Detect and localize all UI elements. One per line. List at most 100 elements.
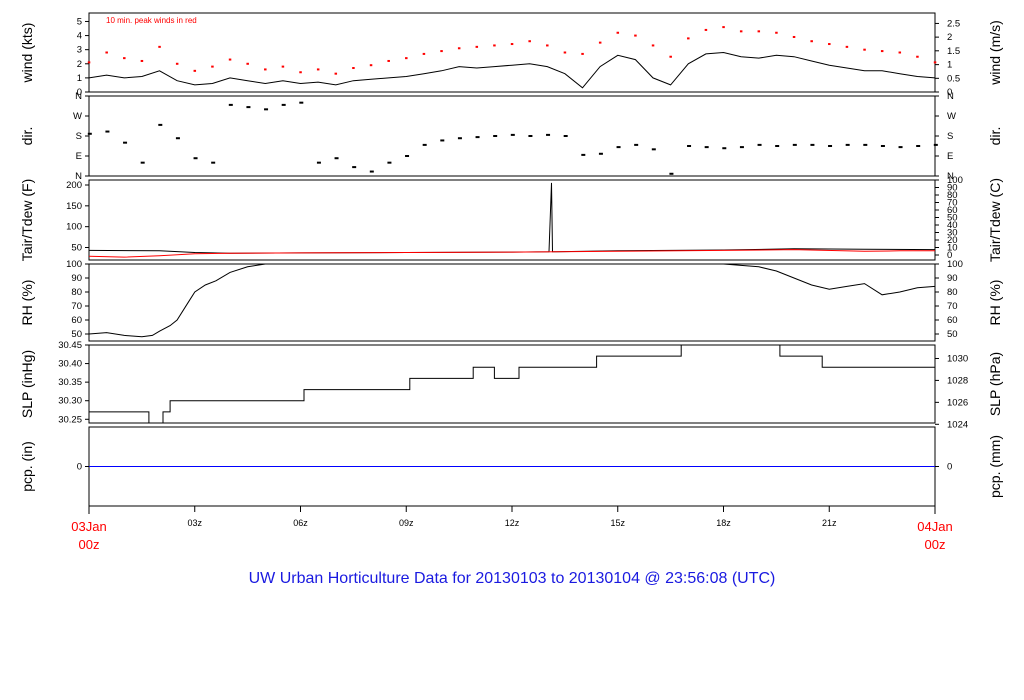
wind-ylabel-right: wind (m/s): [987, 20, 1003, 86]
dir-series-direction-point: [863, 143, 868, 146]
dir-series-direction-point: [687, 145, 692, 147]
rh-ytick-label-2: 70: [71, 301, 82, 312]
wind-series-peak-point: [316, 68, 320, 71]
wind-series-peak-point: [739, 30, 743, 33]
wind-series-peak-point: [105, 51, 108, 54]
slp-series-SLP-line: [89, 344, 935, 424]
wind-series-peak-point: [687, 37, 690, 40]
dir-panel: dir. dir.NESWNNESWN: [19, 91, 1003, 182]
wind-series-peak-point: [898, 51, 902, 54]
wind-series-peak-point: [281, 65, 285, 68]
xtick-label-3: 12z: [505, 518, 520, 528]
slp-panel: SLP (inHg) SLP (hPa) 30.25 30.30 30.35 30.40 3…: [19, 340, 1003, 430]
panels-group: wind (kts) wind (m/s)01234500.511.522.510…: [19, 12, 1003, 507]
wind-series-peak-point: [123, 57, 126, 60]
wind-ytick-label-3: 3: [77, 45, 82, 56]
dir-frame: [88, 95, 936, 177]
dir-series-direction-point: [898, 146, 903, 149]
wind-series-peak-point: [440, 50, 443, 53]
temp-series-Tdew: [88, 249, 935, 258]
dir-series-direction-point: [211, 161, 216, 164]
wind-series-peak-point: [863, 48, 866, 51]
wind-ytick-label-1: 1: [77, 73, 82, 84]
wind-series-peak-point: [792, 35, 796, 38]
dir-series-direction-point: [757, 143, 762, 146]
dir-ytick-right-label-4: N: [947, 91, 954, 102]
xtick-label-1: 06z: [293, 518, 308, 528]
wind-series-peak-point: [563, 51, 567, 54]
dir-ytick-right-label-1: E: [947, 151, 953, 162]
wind-series-peak-point: [246, 62, 249, 65]
rh-ytick-right-label-4: 90: [947, 273, 958, 284]
dir-series-direction-point: [316, 161, 321, 164]
dir-series-direction-point: [405, 155, 410, 157]
slp-ytick-label-0: 30.25: [58, 414, 82, 425]
wind-series-peak-point: [175, 62, 179, 65]
pcp-ytick-right-label-0: 0: [947, 462, 952, 473]
dir-series-direction-point: [281, 103, 286, 106]
temp-ytick-label-1: 100: [66, 222, 82, 233]
x-end-time: 00z: [925, 537, 946, 552]
dir-series-direction-point: [440, 139, 445, 142]
wind-series-peak-point: [933, 61, 937, 64]
pcp-ylabel-left: pcp. (in): [19, 441, 35, 492]
dir-ytick-label-1: E: [76, 151, 82, 162]
wind-series-peak-point: [546, 44, 549, 47]
rh-ylabel-right: RH (%): [987, 280, 1003, 326]
slp-ytick-label-4: 30.45: [58, 340, 82, 351]
dir-series-direction-point: [563, 135, 568, 137]
dir-series-direction-point: [475, 136, 480, 139]
pcp-panel: pcp. (in) pcp. (mm) 0 0: [19, 426, 1003, 507]
temp-ytick-label-0: 50: [71, 243, 82, 254]
temp-ytick-label-3: 200: [66, 180, 82, 191]
wind-series-peak-point: [475, 45, 479, 48]
dir-ytick-label-4: N: [75, 91, 82, 102]
temp-series-Tair: [88, 182, 936, 254]
xtick-label-5: 18z: [716, 518, 731, 528]
wind-series-peak-point: [669, 55, 672, 58]
dir-series-direction-point: [123, 141, 128, 144]
dir-series-direction-point: [810, 143, 815, 146]
wind-series-peak-point: [651, 44, 655, 47]
dir-series-direction-point: [105, 130, 110, 133]
dir-series-direction-point: [264, 108, 269, 111]
xtick-label-0: 03z: [187, 518, 202, 528]
dir-series-direction-point: [828, 145, 833, 147]
slp-ytick-right-label-3: 1030: [947, 353, 968, 364]
wind-series-peak-point: [457, 47, 461, 50]
dir-series-direction-point: [510, 133, 515, 136]
dir-series-direction-point: [387, 161, 392, 164]
wind-series-peak-point: [334, 72, 338, 75]
slp-series-SLP: [89, 344, 935, 424]
rh-ytick-label-5: 100: [66, 259, 82, 270]
wind-panel: wind (kts) wind (m/s)01234500.511.522.510…: [19, 12, 1003, 98]
wind-series-peak-point: [158, 45, 161, 48]
dir-series-direction-point: [369, 170, 374, 173]
wind-ylabel-left: wind (kts): [19, 23, 35, 84]
wind-ytick-right-label-5: 2.5: [947, 18, 960, 29]
dir-series-direction-point: [334, 157, 339, 160]
slp-ytick-right-label-1: 1026: [947, 397, 968, 408]
slp-frame: [88, 344, 936, 424]
wind-series-peak-point: [704, 28, 708, 31]
wind-series-peak-point: [264, 68, 267, 71]
rh-ylabel-left: RH (%): [19, 280, 35, 326]
dir-series-direction-point: [581, 153, 586, 156]
wind-series-peak-point: [634, 34, 637, 37]
dir-series-direction-point: [739, 146, 744, 149]
wind-series-peak-point: [916, 55, 919, 58]
rh-series-RH-line: [88, 263, 936, 338]
wind-ytick-label-2: 2: [77, 59, 82, 70]
xtick-label-6: 21z: [822, 518, 837, 528]
xtick-label-4: 15z: [610, 518, 625, 528]
dir-series-direction-point: [299, 101, 304, 104]
wind-series-peak-point: [510, 43, 514, 46]
wind-series-peak-point: [757, 30, 761, 33]
wind-series-peak-point: [193, 69, 197, 72]
dir-ylabel-left: dir.: [19, 127, 35, 146]
x-end-date: 04Jan: [917, 519, 952, 534]
wind-series-peak-point: [775, 31, 778, 34]
wind-ytick-right-label-1: 0.5: [947, 73, 960, 84]
dir-series-direction-point: [704, 146, 709, 149]
wind-series-peak-point: [598, 41, 602, 44]
